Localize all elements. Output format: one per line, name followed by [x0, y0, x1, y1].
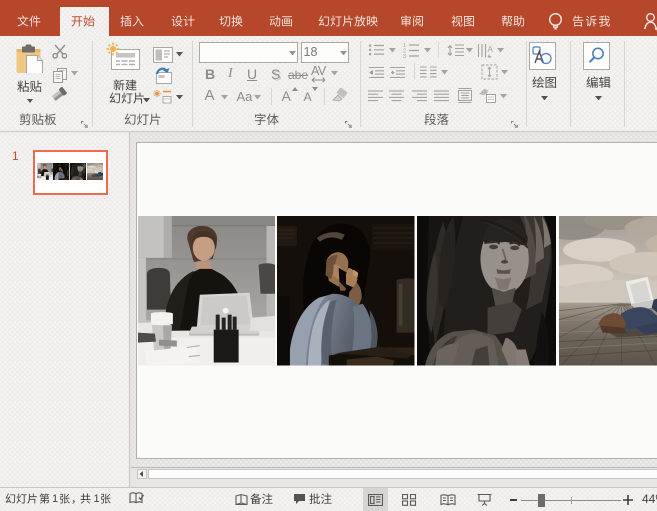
- svg-text:3: 3: [403, 54, 406, 58]
- svg-text:A: A: [488, 45, 494, 54]
